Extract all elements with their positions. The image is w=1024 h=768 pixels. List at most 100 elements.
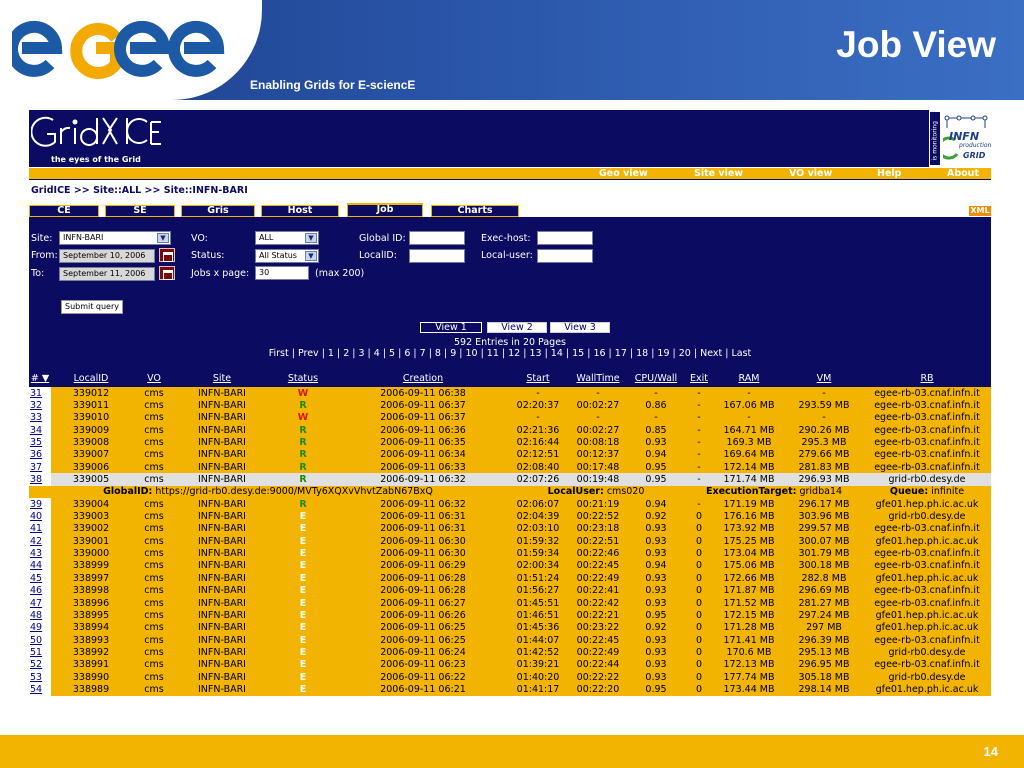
table-row[interactable]: 39 339004 cms INFN-BARI R 2006-09-11 06:32 02:… [29,498,991,511]
table-row[interactable]: 51 338992 cms INFN-BARI E 2006-09-11 06:24 01:… [29,646,991,659]
cell-ram: 173.44 MB [713,683,785,696]
table-row[interactable]: 34 339009 cms INFN-BARI R 2006-09-11 06:36 02:… [29,424,991,437]
table-row[interactable]: 44 338999 cms INFN-BARI E 2006-09-11 06:29 02:… [29,559,991,573]
table-row[interactable]: 53 338990 cms INFN-BARI E 2006-09-11 06:22 01:… [29,670,991,684]
nav-help[interactable]: Help [877,168,901,179]
view-1-button[interactable]: View 1 [420,322,482,333]
view-3-button[interactable]: View 3 [550,322,610,333]
table-row[interactable]: 46 338998 cms INFN-BARI E 2006-09-11 06:28 01:… [29,584,991,597]
xml-button[interactable]: XML [969,206,991,216]
job-number-link[interactable]: 45 [30,573,42,584]
table-row[interactable]: 31 339012 cms INFN-BARI W 2006-09-11 06:38- - -… [29,387,991,400]
table-row[interactable]: 33 339010 cms INFN-BARI W 2006-09-11 06:37- - -… [29,411,991,425]
col-header-ram[interactable]: RAM [713,370,785,387]
col-header-vm[interactable]: VM [785,370,863,387]
cell-start: 02:06:07 [507,498,569,511]
vo-select[interactable]: ALL ▼ [255,231,319,245]
cell-number: 35 [29,436,51,449]
col-header-cpu-wall[interactable]: CPU/Wall [627,370,685,387]
exec-host-input[interactable] [537,231,593,245]
table-row[interactable]: 50 338993 cms INFN-BARI E 2006-09-11 06:25 01:… [29,633,991,647]
col-header-localid[interactable]: LocalID [51,370,131,387]
table-row[interactable]: 43 339000 cms INFN-BARI E 2006-09-11 06:30 01:… [29,547,991,560]
job-number-link[interactable]: 43 [30,548,42,559]
job-number-link[interactable]: 31 [30,388,42,399]
table-row[interactable]: 42 339001 cms INFN-BARI E 2006-09-11 06:30 01:… [29,535,991,548]
table-row[interactable]: 40 339003 cms INFN-BARI E 2006-09-11 06:31 02:… [29,510,991,523]
job-number-link[interactable]: 47 [30,598,42,609]
cell-cpu-wall: 0.95 [627,683,685,696]
table-row[interactable]: 35 339008 cms INFN-BARI R 2006-09-11 06:35 02:… [29,436,991,449]
tab-charts[interactable]: Charts [431,205,519,217]
status-select[interactable]: All Status ▼ [255,249,319,263]
job-number-link[interactable]: 52 [30,659,42,670]
job-number-link[interactable]: 36 [30,449,42,460]
job-number-link[interactable]: 39 [30,499,42,510]
table-row[interactable]: 45 338997 cms INFN-BARI E 2006-09-11 06:28 01:… [29,572,991,585]
job-number-link[interactable]: 46 [30,585,42,596]
col-header-site[interactable]: Site [177,370,267,387]
nav-geo-view[interactable]: Geo view [599,168,648,179]
nav-vo-view[interactable]: VO view [789,168,832,179]
cell-vm: 279.66 MB [785,448,863,462]
tab-job[interactable]: Job [347,203,423,217]
col-header-exit[interactable]: Exit [685,370,713,387]
cell-site: INFN-BARI [177,646,267,659]
tab-se[interactable]: SE [105,205,175,217]
table-row[interactable]: 48 338995 cms INFN-BARI E 2006-09-11 06:26 01:… [29,609,991,622]
job-number-link[interactable]: 34 [30,425,42,436]
site-select[interactable]: INFN-BARI ▼ [59,231,171,245]
submit-query-button[interactable]: Submit query [61,300,123,314]
localid-input[interactable] [409,249,465,263]
cell-vm: 296.95 MB [785,658,863,671]
local-user-input[interactable] [537,249,593,263]
calendar-icon[interactable] [159,248,175,262]
table-row[interactable]: 32 339011 cms INFN-BARI R 2006-09-11 06:37 02:… [29,399,991,412]
job-number-link[interactable]: 50 [30,635,42,646]
job-number-link[interactable]: 44 [30,560,42,571]
entries-count: 592 Entries in 20 Pages [454,337,566,348]
nav-site-view[interactable]: Site view [694,168,743,179]
job-number-link[interactable]: 38 [30,474,42,485]
col-header-start[interactable]: Start [507,370,569,387]
tab-host[interactable]: Host [261,205,339,217]
to-date-field[interactable]: September 11, 2006 [59,267,155,281]
job-number-link[interactable]: 32 [30,400,42,411]
col-header-rb[interactable]: RB [863,370,991,387]
nav-about[interactable]: About [947,168,979,179]
view-2-button[interactable]: View 2 [487,322,547,333]
breadcrumb[interactable]: GridICE >> Site::ALL >> Site::INFN-BARI [31,185,248,196]
table-row[interactable]: 52 338991 cms INFN-BARI E 2006-09-11 06:23 01:… [29,658,991,671]
col-header-walltime[interactable]: WallTime [569,370,627,387]
table-row[interactable]: 47 338996 cms INFN-BARI E 2006-09-11 06:27 01:… [29,596,991,610]
from-date-field[interactable]: September 10, 2006 [59,249,155,263]
infn-badge-side: is monitoring [931,121,939,161]
job-number-link[interactable]: 54 [30,684,42,695]
job-number-link[interactable]: 40 [30,511,42,522]
table-row[interactable]: 37 339006 cms INFN-BARI R 2006-09-11 06:33 02:… [29,461,991,474]
job-number-link[interactable]: 35 [30,437,42,448]
col-header-number[interactable]: # ▼ [29,370,51,387]
table-row[interactable]: 41 339002 cms INFN-BARI E 2006-09-11 06:31 02:… [29,522,991,536]
col-header-creation[interactable]: Creation [339,370,507,387]
jobs-per-page-input[interactable]: 30 [255,266,309,280]
table-row[interactable]: 36 339007 cms INFN-BARI R 2006-09-11 06:34 02:… [29,448,991,462]
table-row[interactable]: 38 339005 cms INFN-BARI R 2006-09-11 06:32 02:… [29,473,991,486]
job-number-link[interactable]: 42 [30,536,42,547]
job-number-link[interactable]: 53 [30,672,42,683]
job-number-link[interactable]: 37 [30,462,42,473]
table-row[interactable]: 54 338989 cms INFN-BARI E 2006-09-11 06:21 01:… [29,683,991,696]
job-number-link[interactable]: 33 [30,412,42,423]
col-header-status[interactable]: Status [267,370,339,387]
col-header-vo[interactable]: VO [131,370,177,387]
pagination-links[interactable]: First | Prev | 1 | 2 | 3 | 4 | 5 | 6 | 7… [269,348,752,359]
global-id-input[interactable] [409,231,465,245]
tab-ce[interactable]: CE [29,205,99,217]
table-row[interactable]: 49 338994 cms INFN-BARI E 2006-09-11 06:25 01:… [29,621,991,634]
tab-gris[interactable]: Gris [181,205,255,217]
calendar-icon[interactable] [159,266,175,280]
job-number-link[interactable]: 48 [30,610,42,621]
job-number-link[interactable]: 51 [30,647,42,658]
job-number-link[interactable]: 41 [30,523,42,534]
job-number-link[interactable]: 49 [30,622,42,633]
